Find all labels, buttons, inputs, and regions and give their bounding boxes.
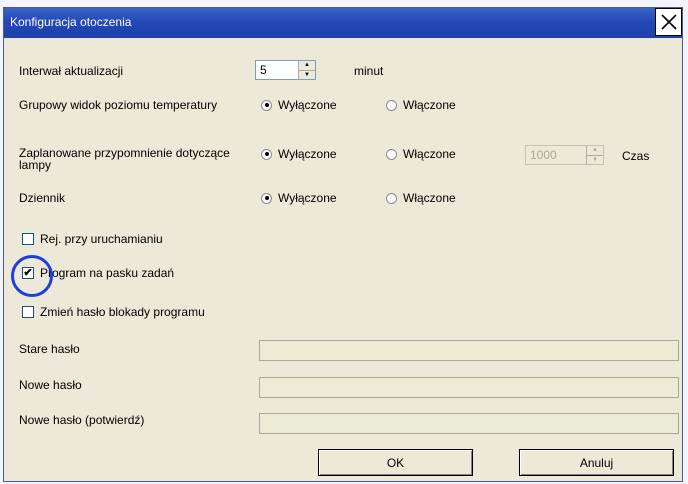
confirm-password-field[interactable] (259, 413, 679, 434)
checkbox-label: Rej. przy uruchamianiu (40, 232, 163, 246)
radio-label: Włączone (403, 191, 456, 205)
checkbox-label: Zmień hasło blokady programu (40, 305, 205, 319)
window-title: Konfiguracja otoczenia (10, 15, 132, 29)
highlight-circle (11, 255, 53, 297)
radio-unselected-icon (386, 99, 397, 111)
radio-selected-icon (261, 192, 272, 204)
confirm-password-label: Nowe hasło (potwierdź) (19, 413, 145, 427)
radio-label: Włączone (403, 98, 456, 112)
group-view-on-radio[interactable]: Włączone (386, 98, 456, 112)
arrow-up-icon[interactable]: ▲ (587, 146, 603, 156)
lamp-reminder-on-radio[interactable]: Włączone (386, 147, 456, 161)
lamp-reminder-off-radio[interactable]: Wyłączone (261, 147, 337, 161)
radio-unselected-icon (386, 148, 397, 160)
group-view-off-radio[interactable]: Wyłączone (261, 98, 337, 112)
log-on-radio[interactable]: Włączone (386, 191, 456, 205)
lamp-hours-value[interactable]: 1000 (526, 146, 586, 164)
log-label: Dziennik (19, 191, 66, 205)
radio-selected-icon (261, 148, 272, 160)
radio-label: Wyłączone (278, 147, 337, 161)
checkbox-label: Program na pasku zadań (40, 266, 175, 280)
arrow-down-icon[interactable]: ▼ (299, 71, 315, 80)
group-view-label: Grupowy widok poziomu temperatury (19, 98, 218, 112)
old-password-field[interactable] (259, 340, 679, 361)
lamp-hours-unit: Czas (622, 149, 650, 163)
radio-label: Włączone (403, 147, 456, 161)
radio-label: Wyłączone (278, 191, 337, 205)
lamp-hours-spinner[interactable]: 1000 ▲ ▼ (525, 145, 604, 165)
new-password-label: Nowe hasło (19, 378, 82, 392)
radio-unselected-icon (386, 192, 397, 204)
interval-spinner[interactable]: 5 ▲ ▼ (255, 60, 316, 80)
lamp-reminder-label: Zaplanowane przypomnienie dotyczące lamp… (19, 146, 230, 172)
old-password-label: Stare hasło (19, 342, 80, 356)
checkbox-empty-icon (22, 233, 34, 245)
title-bar[interactable]: Konfiguracja otoczenia (4, 8, 682, 38)
settings-dialog: Konfiguracja otoczenia Interwał aktualiz… (3, 7, 683, 482)
interval-value[interactable]: 5 (256, 61, 298, 79)
startup-log-checkbox[interactable]: Rej. przy uruchamianiu (22, 232, 163, 246)
cancel-button[interactable]: Anuluj (519, 449, 674, 476)
log-off-radio[interactable]: Wyłączone (261, 191, 337, 205)
arrow-up-icon[interactable]: ▲ (299, 61, 315, 71)
close-icon (660, 14, 677, 30)
change-password-checkbox[interactable]: Zmień hasło blokady programu (22, 305, 205, 319)
checkbox-empty-icon (22, 306, 34, 318)
radio-selected-icon (261, 99, 272, 111)
ok-button[interactable]: OK (318, 449, 473, 476)
new-password-field[interactable] (259, 377, 679, 398)
interval-unit: minut (354, 64, 384, 78)
interval-label: Interwał aktualizacji (19, 64, 124, 78)
close-button[interactable] (655, 8, 682, 36)
arrow-down-icon[interactable]: ▼ (587, 156, 603, 165)
radio-label: Wyłączone (278, 98, 337, 112)
